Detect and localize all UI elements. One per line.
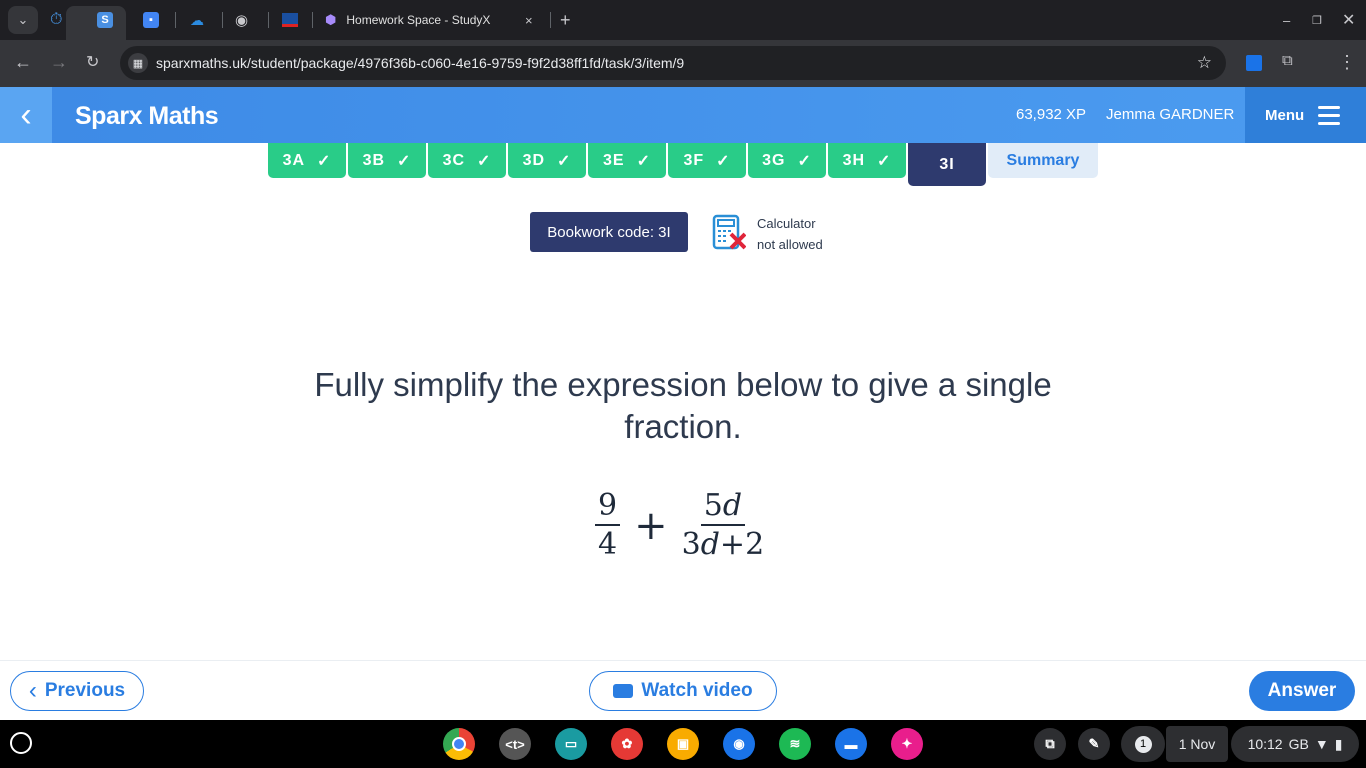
- check-icon: ✓: [477, 152, 492, 170]
- url-input[interactable]: ▦ sparxmaths.uk/student/package/4976f36b…: [120, 46, 1226, 80]
- tab-studyx[interactable]: ⬢ Homework Space - StudyX: [325, 8, 490, 32]
- new-tab-button[interactable]: +: [560, 8, 571, 32]
- tab-3i[interactable]: 3I: [908, 143, 986, 186]
- back-arrow-icon[interactable]: ←: [14, 52, 32, 73]
- chevron-left-icon: ‹: [28, 677, 37, 704]
- extension-icon[interactable]: [1246, 55, 1262, 71]
- check-icon: ✓: [317, 152, 332, 170]
- files-icon[interactable]: ▬: [835, 728, 867, 760]
- calculator-status: Calculator not allowed: [757, 216, 823, 252]
- fraction-1: 94: [595, 488, 621, 564]
- paint-icon[interactable]: ✿: [611, 728, 643, 760]
- reload-icon[interactable]: ↻: [86, 52, 99, 72]
- tab-3c[interactable]: 3C ✓: [428, 143, 506, 178]
- tab-3f[interactable]: 3F ✓: [668, 143, 746, 178]
- studyx-gem-icon: ⬢: [325, 12, 337, 27]
- text-app-icon[interactable]: <t>: [499, 728, 531, 760]
- check-icon: ✓: [397, 152, 412, 170]
- launcher-icon[interactable]: [10, 732, 32, 754]
- extensions-puzzle-icon[interactable]: ⧉: [1282, 52, 1293, 69]
- wifi-icon: ▼: [1314, 736, 1329, 752]
- close-window-icon[interactable]: ✕: [1342, 8, 1355, 32]
- flag-icon[interactable]: [282, 8, 298, 32]
- site-info-icon[interactable]: ▦: [128, 53, 148, 73]
- close-tab-icon[interactable]: ×: [525, 8, 533, 32]
- notification-badge[interactable]: 1: [1121, 726, 1165, 762]
- camera-icon[interactable]: ◉: [723, 728, 755, 760]
- brand-logo: Sparx Maths: [75, 102, 219, 130]
- minimize-icon[interactable]: –: [1283, 8, 1290, 32]
- check-icon: ✓: [797, 152, 812, 170]
- xp-count: 63,932 XP: [1016, 106, 1087, 123]
- screen-capture-icon[interactable]: ⧉: [1034, 728, 1066, 760]
- active-tab[interactable]: [66, 6, 126, 40]
- globe-icon[interactable]: ◉: [235, 8, 248, 32]
- tab-summary[interactable]: Summary: [988, 143, 1098, 178]
- sparx-s-icon[interactable]: S: [97, 8, 113, 32]
- user-name: Jemma GARDNER: [1106, 106, 1235, 123]
- tab-3g[interactable]: 3G ✓: [748, 143, 826, 178]
- answer-button[interactable]: Answer: [1249, 671, 1355, 711]
- address-bar-row: ← → ↻ ▦ sparxmaths.uk/student/package/49…: [0, 40, 1366, 87]
- plus-sign: +: [634, 503, 668, 549]
- fraction-2: 5d 3d+2: [681, 488, 765, 562]
- hamburger-icon: [1318, 105, 1341, 125]
- tab-3h[interactable]: 3H ✓: [828, 143, 906, 178]
- calculator-not-allowed-icon: [712, 214, 746, 250]
- task-tabs: 3A ✓ 3B ✓ 3C ✓ 3D ✓ 3E ✓ 3F ✓ 3G ✓ 3H ✓ 3I Summa…: [268, 143, 1098, 186]
- battery-icon: ▮: [1334, 735, 1343, 752]
- app-header: ‹ Sparx Maths 63,932 XP Jemma GARDNER Me…: [0, 87, 1366, 143]
- stopwatch-icon[interactable]: ⏱: [50, 8, 62, 32]
- tab-3a[interactable]: 3A ✓: [268, 143, 346, 178]
- bookwork-code: Bookwork code: 3I: [530, 212, 688, 252]
- tab-3b[interactable]: 3B ✓: [348, 143, 426, 178]
- date-display[interactable]: 1 Nov: [1166, 726, 1228, 762]
- gallery-icon[interactable]: ✦: [891, 728, 923, 760]
- back-chevron-icon[interactable]: ‹: [0, 87, 52, 143]
- spotify-icon[interactable]: ≋: [779, 728, 811, 760]
- classroom-icon[interactable]: ▪: [143, 8, 159, 32]
- chrome-icon[interactable]: [443, 728, 475, 760]
- menu-button[interactable]: Menu: [1245, 87, 1366, 143]
- status-tray[interactable]: 10:12 GB ▼ ▮: [1231, 726, 1359, 762]
- onedrive-icon[interactable]: ☁: [190, 8, 204, 32]
- more-menu-icon[interactable]: ⋮: [1338, 52, 1356, 73]
- check-icon: ✓: [557, 152, 572, 170]
- google-classroom-icon[interactable]: ▣: [667, 728, 699, 760]
- tab-3d[interactable]: 3D ✓: [508, 143, 586, 178]
- previous-button[interactable]: ‹ Previous: [10, 671, 144, 711]
- watch-video-button[interactable]: Watch video: [589, 671, 777, 711]
- expression: 94 + 5d 3d+2: [595, 488, 764, 564]
- bookmark-star-icon[interactable]: ☆: [1197, 53, 1212, 73]
- classroom-app-icon[interactable]: ▭: [555, 728, 587, 760]
- forward-arrow-icon[interactable]: →: [50, 52, 68, 73]
- tab-3e[interactable]: 3E ✓: [588, 143, 666, 178]
- check-icon: ✓: [716, 152, 731, 170]
- check-icon: ✓: [877, 152, 892, 170]
- video-camera-icon: [613, 684, 634, 698]
- check-icon: ✓: [636, 152, 651, 170]
- stylus-icon[interactable]: ✎: [1078, 728, 1110, 760]
- restore-icon[interactable]: ❐: [1312, 8, 1322, 32]
- browser-tab-strip: ⌄ ⏱ S ▪ ☁ ◉ ⬢ Homework Space - StudyX × +…: [0, 0, 1366, 40]
- question-text: Fully simplify the expression below to g…: [314, 366, 1052, 445]
- tab-search-button[interactable]: ⌄: [8, 6, 38, 34]
